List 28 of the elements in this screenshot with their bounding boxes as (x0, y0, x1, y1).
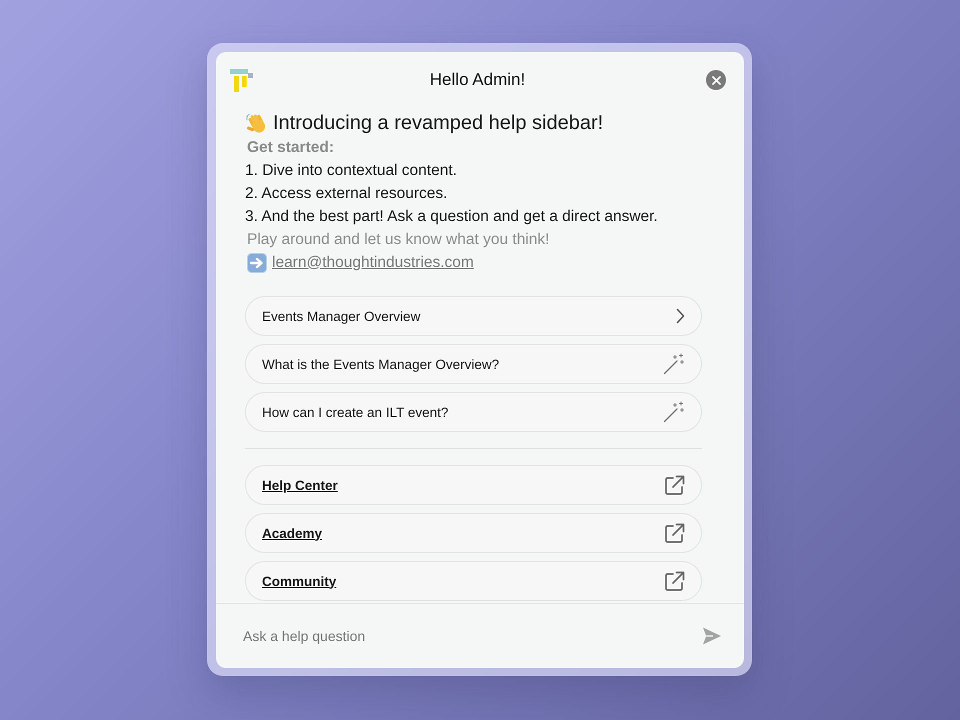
send-icon (702, 626, 722, 646)
topic-button[interactable]: Events Manager Overview (245, 296, 702, 336)
arrow-right-icon (247, 252, 267, 272)
step-text: 1. Dive into contextual content. (245, 161, 458, 181)
question-button[interactable]: How can I create an ILT event? (245, 392, 702, 432)
send-button[interactable] (702, 626, 722, 646)
waving-hand-icon (245, 112, 267, 134)
panel-title: Hello Admin! (430, 70, 526, 90)
section-label: Get started: (246, 138, 335, 158)
resource-link[interactable]: Help Center (245, 465, 702, 505)
note-text: Play around and let us know what you think! (246, 230, 550, 250)
magic-wand-icon (663, 353, 685, 375)
external-link-icon (664, 522, 685, 544)
close-button[interactable] (706, 70, 726, 90)
question-button[interactable]: What is the Events Manager Overview? (245, 344, 702, 384)
chevron-right-icon (676, 308, 685, 324)
step-text: 2. Access external resources. (245, 184, 448, 204)
step-text: 3. And the best part! Ask a question and get a direct answer. (245, 207, 659, 227)
logo-icon (229, 68, 253, 92)
email-link[interactable]: learn@thoughtindustries.com (272, 254, 474, 272)
external-link-icon (664, 570, 685, 592)
resource-link[interactable]: Community (245, 561, 702, 601)
question-input[interactable]: Ask a help question (243, 618, 692, 654)
close-icon (712, 76, 720, 84)
external-link-icon (664, 474, 685, 496)
announcement-heading: Introducing a revamped help sidebar! (273, 112, 604, 134)
resource-link[interactable]: Academy (245, 513, 702, 553)
magic-wand-icon (663, 401, 685, 423)
